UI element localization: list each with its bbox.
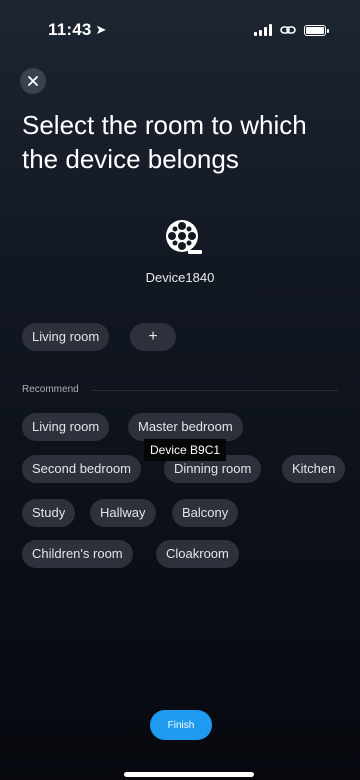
film-reel-icon [166,220,202,254]
device-name: Device1840 [145,270,215,285]
recommend-chip-kitchen[interactable]: Kitchen [282,455,346,483]
recommend-chip-childrens-room[interactable]: Children's room [22,540,133,568]
link-icon [280,26,296,34]
signal-icon [254,24,272,36]
recommend-chip-second-bedroom[interactable]: Second bedroom [22,455,142,483]
status-time-text: 11:43 [48,20,92,39]
home-indicator [124,772,254,777]
recommend-chip-living-room[interactable]: Living room [22,413,110,441]
battery-icon [304,24,329,36]
selected-room-chip[interactable]: Living room [22,323,110,351]
status-bar: 11:43 ➤ [0,0,360,64]
location-arrow-icon: ➤ [95,22,107,37]
status-time: 11:43 ➤ [48,20,107,40]
recommend-label: Recommend [22,384,79,395]
plus-icon: + [148,328,158,345]
page-title: Select the room to which the device belo… [22,110,307,174]
recommend-chip-cloakroom[interactable]: Cloakroom [156,540,239,568]
recommend-chip-balcony[interactable]: Balcony [172,499,239,527]
close-button[interactable] [20,68,46,94]
recommend-chip-study[interactable]: Study [22,499,76,527]
device-tooltip: Device B9C1 [144,439,227,461]
section-divider [92,390,338,391]
finish-button[interactable]: Finish [150,710,212,740]
add-room-button[interactable]: + [130,323,176,351]
status-icons [254,24,329,36]
recommend-chip-master-bedroom[interactable]: Master bedroom [128,413,243,441]
close-icon [28,76,38,86]
recommend-chip-hallway[interactable]: Hallway [90,499,156,527]
